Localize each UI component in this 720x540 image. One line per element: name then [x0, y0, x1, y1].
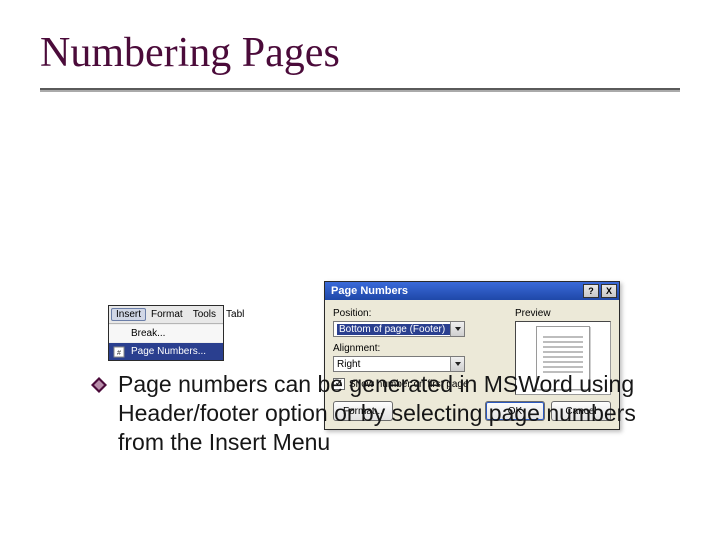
page-numbers-icon: # [113, 346, 127, 358]
slide-title: Numbering Pages [40, 30, 680, 76]
chevron-down-icon [450, 357, 464, 371]
title-area: Numbering Pages [0, 0, 720, 82]
svg-text:#: # [117, 350, 121, 357]
chevron-down-icon [450, 322, 464, 336]
bullet-item: Page numbers can be generated in MSWord … [90, 370, 680, 456]
position-label: Position: [333, 308, 507, 319]
bullet-text: Page numbers can be generated in MSWord … [118, 371, 636, 455]
menu-dropdown: Break... # Page Numbers... [109, 324, 223, 360]
menu-bar: Insert Format Tools Tabl [109, 306, 223, 324]
body-text-area: Page numbers can be generated in MSWord … [90, 370, 680, 456]
position-combobox[interactable]: Bottom of page (Footer) [333, 321, 465, 337]
slide: Numbering Pages Insert Format Tools Tabl… [0, 0, 720, 540]
menu-item-break[interactable]: Break... [109, 324, 223, 342]
menu-insert[interactable]: Insert [111, 308, 146, 321]
close-button[interactable]: X [601, 284, 617, 298]
menu-item-label: Break... [131, 328, 165, 339]
menu-item-label: Page Numbers... [131, 346, 206, 357]
dialog-titlebar[interactable]: Page Numbers ? X [325, 282, 619, 300]
position-value: Bottom of page (Footer) [337, 324, 450, 335]
help-button[interactable]: ? [583, 284, 599, 298]
title-underline [40, 88, 680, 90]
menu-table[interactable]: Tabl [221, 308, 249, 321]
insert-menu-screenshot: Insert Format Tools Tabl Break... # Page… [108, 305, 224, 361]
alignment-value: Right [337, 359, 450, 370]
menu-tools[interactable]: Tools [188, 308, 221, 321]
alignment-label: Alignment: [333, 343, 507, 354]
dialog-title: Page Numbers [331, 285, 581, 297]
menu-item-page-numbers[interactable]: # Page Numbers... [109, 342, 223, 360]
preview-label: Preview [515, 308, 611, 319]
menu-format[interactable]: Format [146, 308, 188, 321]
diamond-bullet-icon [90, 376, 108, 394]
